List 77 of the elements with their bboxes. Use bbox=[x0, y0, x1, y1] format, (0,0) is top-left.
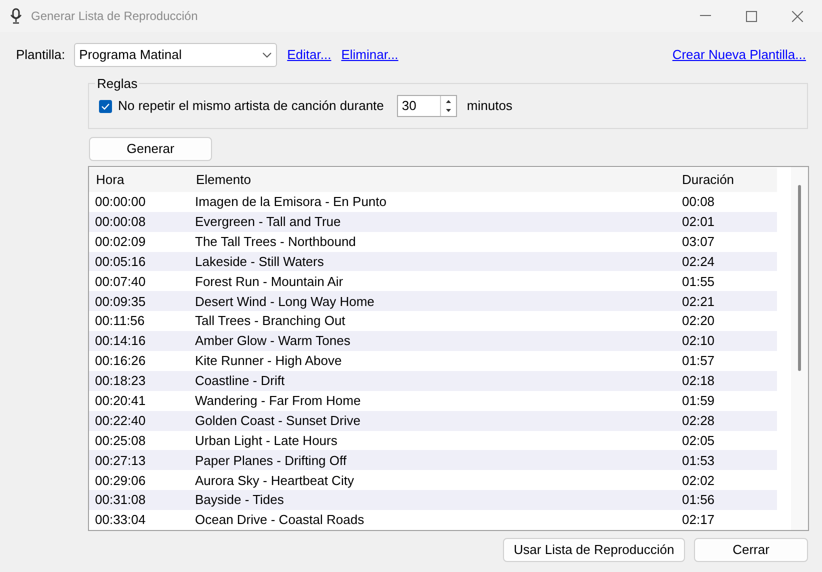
table-cell-text: Lakeside - Still Waters bbox=[195, 252, 325, 271]
window-title: Generar Lista de Reproducción bbox=[31, 8, 198, 25]
table-cell-text: 02:24 bbox=[682, 252, 716, 271]
microphone-icon bbox=[10, 8, 22, 24]
table-cell-text: 00:05:16 bbox=[95, 252, 147, 271]
table-cell-text: 02:20 bbox=[682, 312, 716, 330]
template-link[interactable]: Editar... bbox=[287, 45, 332, 65]
table-cell-text: 00:31:08 bbox=[95, 491, 147, 510]
table-cell-text: Aurora Sky - Heartbeat City bbox=[195, 472, 355, 490]
table-cell-text: Imagen de la Emisora - En Punto bbox=[195, 193, 388, 212]
table-cell-text: 01:59 bbox=[682, 392, 716, 410]
table-cell-text: 00:27:13 bbox=[95, 452, 147, 470]
table-cell-text: 00:14:16 bbox=[95, 332, 147, 350]
table-cell-text: Amber Glow - Warm Tones bbox=[195, 332, 352, 350]
template-link[interactable]: Eliminar... bbox=[341, 45, 398, 65]
table-cell-text: Forest Run - Mountain Air bbox=[195, 272, 344, 291]
table-cell-text: Golden Coast - Sunset Drive bbox=[195, 412, 362, 430]
column-header[interactable]: Hora bbox=[96, 170, 196, 190]
table-cell-text: 00:09:35 bbox=[95, 292, 147, 311]
dialog-button[interactable]: Cerrar bbox=[694, 538, 808, 562]
table-cell-text: Urban Light - Late Hours bbox=[195, 432, 338, 450]
scrollbar-thumb[interactable] bbox=[798, 185, 801, 371]
table-cell-text: 00:20:41 bbox=[95, 392, 147, 410]
table-cell-text: Kite Runner - High Above bbox=[195, 352, 343, 370]
table-cell-text: 02:18 bbox=[682, 372, 716, 390]
table-cell-text: 00:18:23 bbox=[95, 372, 147, 390]
scrollbar[interactable] bbox=[791, 167, 808, 530]
table-cell-text: 00:11:56 bbox=[95, 312, 146, 330]
table-cell-text: 02:01 bbox=[682, 212, 716, 231]
generate-button[interactable]: Generar bbox=[89, 137, 212, 161]
table-cell-text: 03:07 bbox=[682, 232, 716, 251]
table-cell-text: 01:56 bbox=[682, 491, 716, 510]
table-cell-text: 00:02:09 bbox=[95, 232, 147, 251]
maximize-icon bbox=[746, 10, 756, 22]
minutes-value: 30 bbox=[400, 97, 418, 116]
template-value: Programa Matinal bbox=[79, 46, 183, 64]
table-cell-text: 02:21 bbox=[682, 292, 716, 311]
template-dropdown[interactable]: Programa Matinal bbox=[74, 43, 278, 67]
column-header[interactable]: Elemento bbox=[196, 170, 682, 190]
template-label: Plantilla: bbox=[16, 46, 66, 64]
table-cell-text: Wandering - Far From Home bbox=[195, 392, 362, 410]
column-header[interactable]: Duración bbox=[682, 170, 777, 190]
table-cell-text: Desert Wind - Long Way Home bbox=[195, 292, 376, 311]
table-cell-text: 02:10 bbox=[682, 332, 716, 350]
create-template-link[interactable]: Crear Nueva Plantilla... bbox=[672, 45, 806, 65]
table-cell-text: 02:02 bbox=[682, 472, 716, 490]
table-cell-text: 00:33:04 bbox=[95, 511, 147, 530]
checkbox-label: No repetir el mismo artista de canción durante bbox=[118, 97, 384, 116]
table-cell-text: The Tall Trees - Northbound bbox=[195, 232, 357, 251]
table-cell-text: 00:16:26 bbox=[95, 352, 147, 370]
minimize-icon bbox=[700, 15, 710, 17]
table-cell-text: 00:00:08 bbox=[95, 212, 147, 231]
table-cell-text: 00:29:06 bbox=[95, 472, 147, 490]
close-icon bbox=[792, 10, 802, 22]
table-cell-text: Bayside - Tides bbox=[195, 491, 285, 510]
table-cell-text: Tall Trees - Branching Out bbox=[195, 312, 346, 330]
table-cell-text: 00:25:08 bbox=[95, 432, 147, 450]
chevron-down-icon bbox=[262, 52, 272, 58]
unit-label: minutos bbox=[466, 97, 512, 116]
table-cell-text: 02:28 bbox=[682, 412, 716, 430]
table-cell-text: 00:08 bbox=[682, 193, 716, 212]
table-cell-text: 00:07:40 bbox=[95, 272, 147, 291]
minutes-spinner[interactable]: 30 bbox=[396, 95, 457, 117]
table-cell-text: 01:53 bbox=[682, 452, 716, 470]
table-cell-text: Coastline - Drift bbox=[195, 372, 286, 390]
table-cell-text: Paper Planes - Drifting Off bbox=[195, 452, 348, 470]
dialog-button[interactable]: Usar Lista de Reproducción bbox=[503, 538, 685, 562]
table-cell-text: 02:17 bbox=[682, 511, 716, 530]
table-cell-text: 02:05 bbox=[682, 432, 716, 450]
table-cell-text: 00:00:00 bbox=[95, 193, 147, 212]
table-cell-text: Ocean Drive - Coastal Roads bbox=[195, 511, 366, 530]
table-cell-text: 01:55 bbox=[682, 272, 716, 291]
table-cell-text: 01:57 bbox=[682, 352, 716, 370]
table-cell-text: Evergreen - Tall and True bbox=[195, 212, 342, 231]
checkmark-icon bbox=[101, 102, 110, 110]
table-cell-text: 00:22:40 bbox=[95, 412, 147, 430]
checkbox[interactable] bbox=[99, 100, 112, 112]
